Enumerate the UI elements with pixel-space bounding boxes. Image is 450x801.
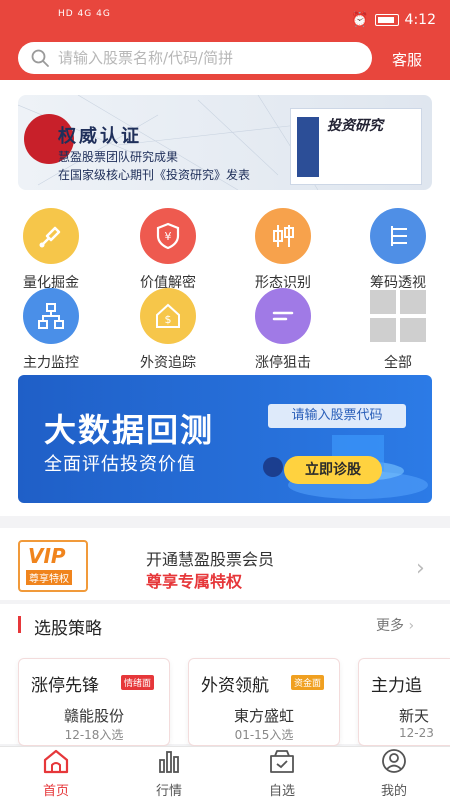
- svg-text:$: $: [165, 313, 172, 326]
- strategy-card[interactable]: 涨停先锋 情绪面 赣能股份 12-18入选: [18, 658, 170, 746]
- banner-subtitle: 全面评估投资价值: [44, 454, 196, 475]
- card-stock: 東方盛虹: [233, 707, 294, 725]
- status-bar: HD 4G 4G ⏰ 4:12: [0, 0, 450, 40]
- lines-icon: [255, 288, 311, 344]
- vip-line-2: 尊享专属特权: [146, 572, 243, 591]
- feature-all[interactable]: 全部: [358, 288, 438, 372]
- signal-indicators: HD 4G 4G: [58, 9, 111, 19]
- org-chart-icon: [23, 288, 79, 344]
- chevron-right-icon: ›: [408, 618, 415, 634]
- diagnose-button[interactable]: 立即诊股: [284, 456, 382, 484]
- banner-title: 大数据回测: [44, 411, 215, 449]
- svg-text:¥: ¥: [165, 230, 172, 243]
- candlestick-icon: [255, 208, 311, 264]
- card-stock: 新天: [399, 707, 430, 725]
- strategy-card[interactable]: 主力追 新天 12-23: [358, 658, 450, 746]
- search-input[interactable]: [56, 48, 360, 68]
- journal-title: 投资研究: [327, 118, 383, 134]
- card-title: 涨停先锋: [31, 676, 99, 696]
- status-time: 4:12: [404, 12, 436, 28]
- section-accent-bar: [18, 616, 21, 633]
- nav-market[interactable]: 行情: [129, 748, 209, 799]
- home-icon: [43, 749, 69, 774]
- shield-yen-icon: ¥: [140, 208, 196, 264]
- banner-title: 权威认证: [58, 126, 142, 147]
- shovel-icon: [23, 208, 79, 264]
- vip-line-1: 开通慧盈股票会员: [146, 550, 275, 569]
- card-title: 主力追: [371, 676, 422, 696]
- feature-main-force-monitor[interactable]: 主力监控: [11, 288, 91, 372]
- dollar-house-icon: $: [140, 288, 196, 344]
- list-icon: [370, 208, 426, 264]
- banner-line-2: 在国家级核心期刊《投资研究》发表: [58, 168, 251, 182]
- card-title: 外资领航: [201, 676, 269, 696]
- alarm-icon: ⏰: [351, 12, 369, 28]
- battery-icon: [374, 14, 399, 26]
- nav-label: 行情: [155, 784, 182, 799]
- banner-line-1: 慧盈股票团队研究成果: [58, 150, 179, 164]
- card-tag: 资金面: [291, 675, 325, 690]
- feature-label: 主力监控: [23, 355, 79, 371]
- feature-foreign-capital-tracking[interactable]: $ 外资追踪: [128, 288, 208, 372]
- card-date: 01-15入选: [234, 728, 294, 742]
- nav-label: 我的: [380, 784, 407, 799]
- grid-icon: [370, 288, 426, 344]
- status-right: ⏰ 4:12: [351, 12, 436, 28]
- bar-chart-icon: [159, 751, 179, 773]
- journal-spine: [297, 117, 319, 177]
- more-link[interactable]: 更多 ›: [376, 615, 414, 635]
- selected-box-icon: [270, 750, 294, 773]
- journal-cover-image: 投资研究: [290, 108, 422, 185]
- search-icon: [31, 49, 49, 67]
- nav-label: 自选: [268, 784, 295, 799]
- feature-label: 涨停狙击: [255, 355, 311, 371]
- nav-label: 首页: [42, 784, 69, 799]
- vip-badge: VIP 尊享特权: [18, 540, 88, 592]
- feature-quant-mining[interactable]: 量化掘金: [11, 208, 91, 292]
- search-bar[interactable]: [18, 42, 372, 74]
- feature-value-decode[interactable]: ¥ 价值解密: [128, 208, 208, 292]
- feature-limit-up-sniper[interactable]: 涨停狙击: [243, 288, 323, 372]
- more-label: 更多: [376, 618, 404, 634]
- feature-label: 全部: [384, 355, 412, 371]
- section-title: 选股策略: [34, 619, 102, 639]
- chevron-right-icon[interactable]: ›: [416, 556, 425, 581]
- feature-chip-distribution[interactable]: 筹码透视: [358, 208, 438, 292]
- card-date: 12-18入选: [64, 728, 124, 742]
- feature-label: 外资追踪: [140, 355, 196, 371]
- user-icon: [382, 749, 406, 773]
- feature-pattern-recognition[interactable]: 形态识别: [243, 208, 323, 292]
- card-stock: 赣能股份: [63, 707, 124, 725]
- vip-badge-text: VIP: [28, 544, 66, 568]
- stock-code-input[interactable]: 请输入股票代码: [268, 404, 406, 428]
- nav-profile[interactable]: 我的: [354, 748, 434, 799]
- customer-service-button[interactable]: 客服: [392, 49, 422, 70]
- nav-watchlist[interactable]: 自选: [242, 748, 322, 799]
- strategy-card[interactable]: 外资领航 资金面 東方盛虹 01-15入选: [188, 658, 340, 746]
- vip-badge-subtext: 尊享特权: [26, 570, 72, 585]
- card-date: 12-23: [399, 726, 434, 740]
- nav-home[interactable]: 首页: [16, 748, 96, 799]
- card-tag: 情绪面: [121, 675, 155, 690]
